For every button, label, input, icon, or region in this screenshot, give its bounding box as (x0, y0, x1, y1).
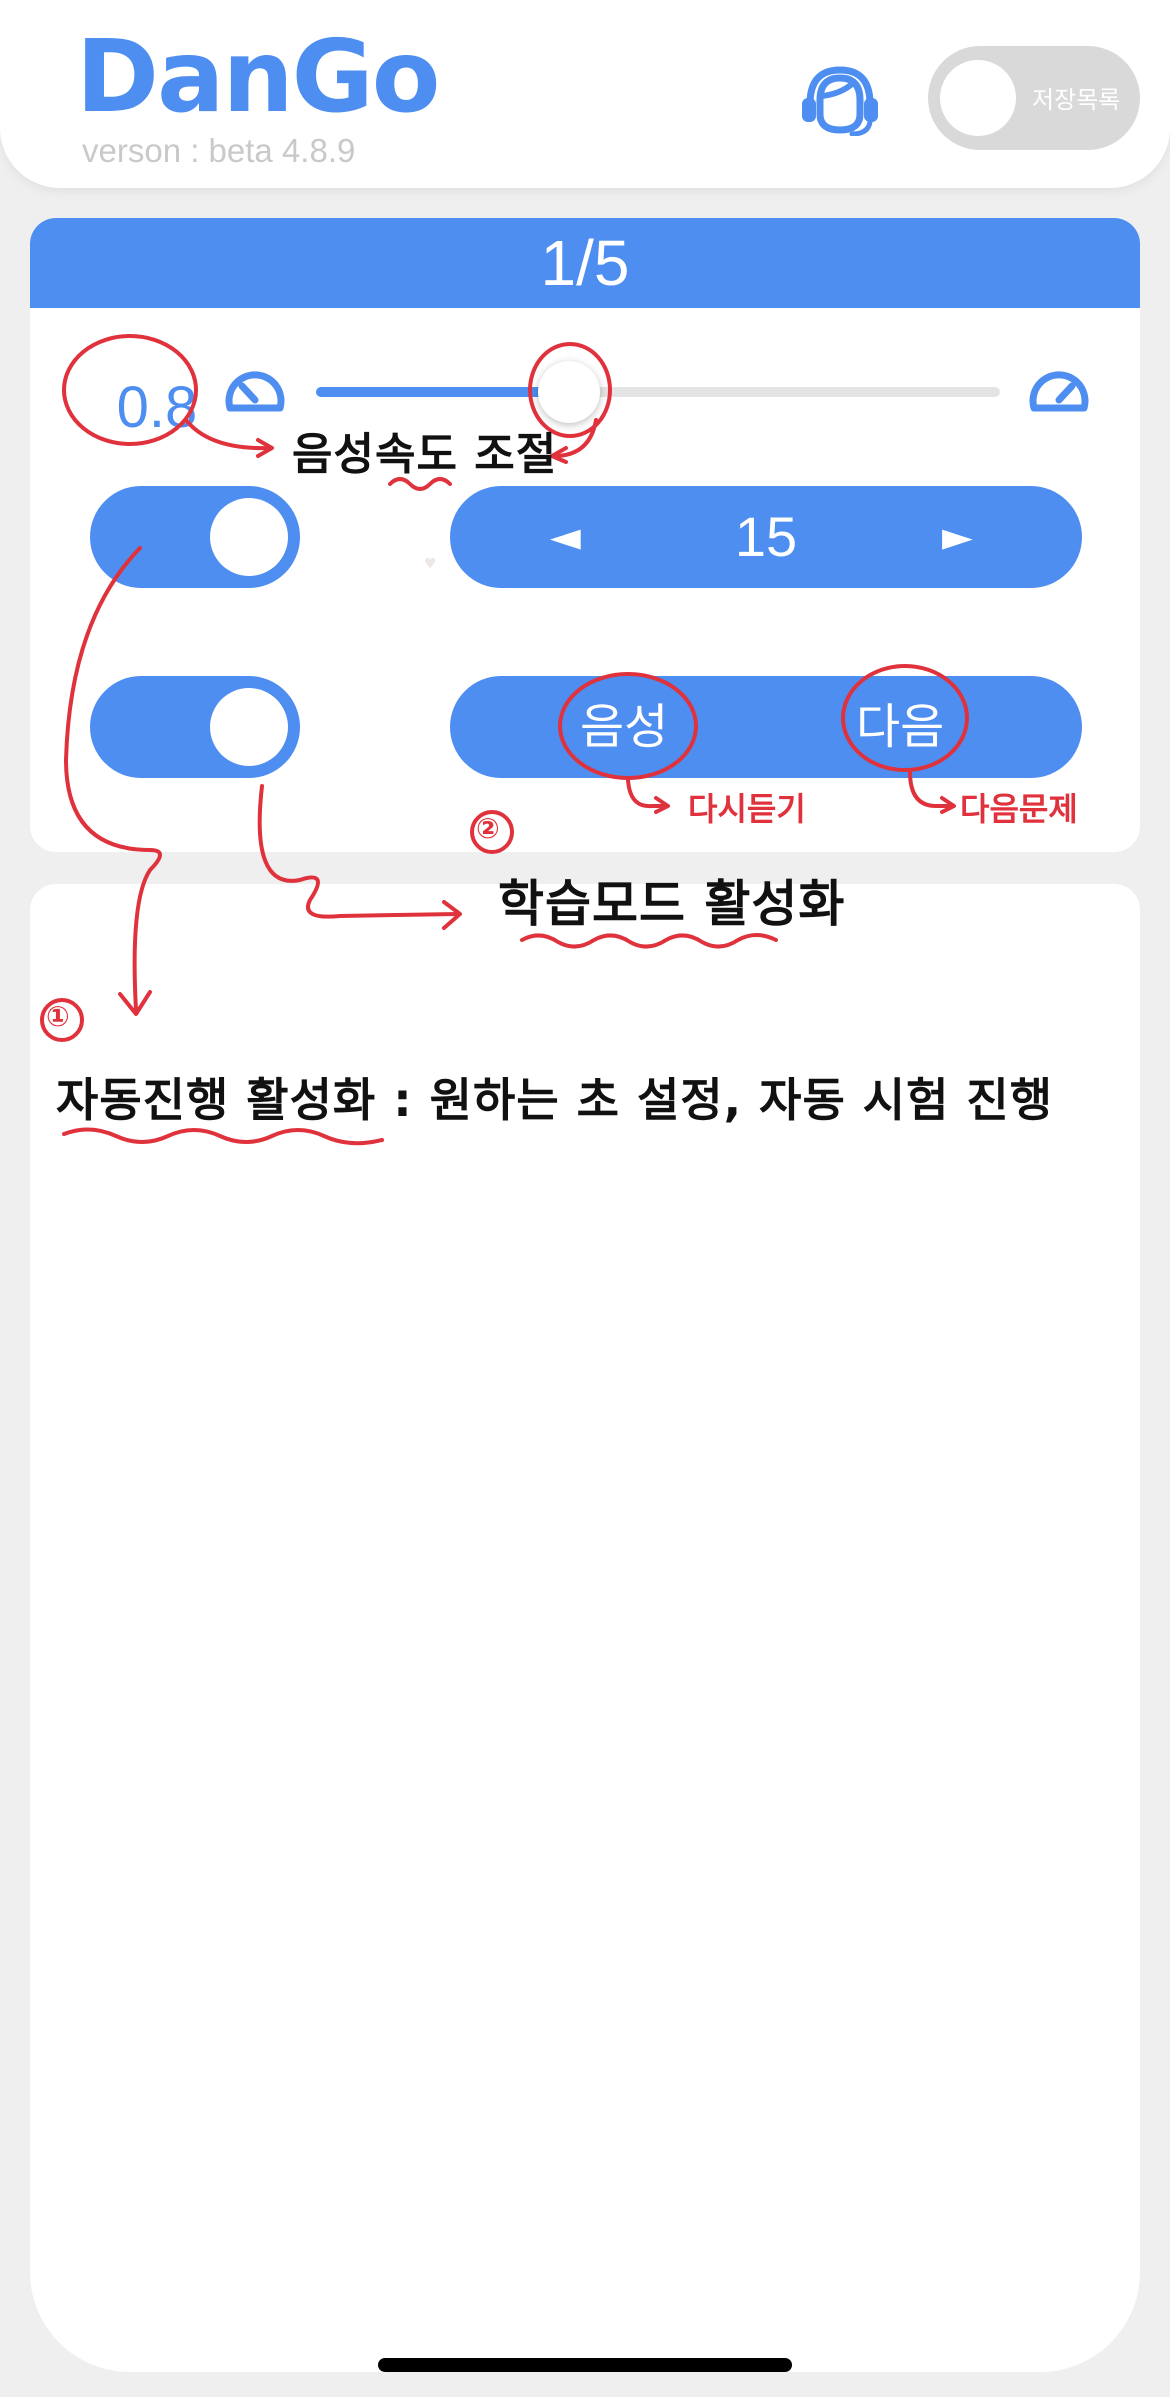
page-indicator: 1/5 (540, 227, 630, 299)
seconds-value: 15 (734, 505, 798, 568)
auto-progress-annotation: 자동진행 활성화 : 원하는 초 설정, 자동 시험 진행 (56, 1073, 1054, 1127)
next-question-button[interactable]: 다음 (856, 696, 944, 758)
seconds-stepper: ◄ 15 ► (450, 486, 1082, 588)
saved-list-toggle[interactable]: 저장목록 (928, 46, 1140, 150)
next-annotation: 다음문제 (960, 790, 1078, 828)
speed-value: 0.8 (116, 375, 198, 440)
control-panel: 1/5 0.8 ♥ ◄ 15 ► 음성 다음 (30, 218, 1140, 852)
auto-progress-toggle[interactable] (90, 486, 300, 588)
seconds-decrease-button[interactable]: ◄ (550, 510, 581, 564)
speed-slider-fill (316, 387, 569, 397)
home-indicator[interactable] (378, 2358, 792, 2372)
study-mode-annotation: 학습모드 활성화 (498, 875, 846, 933)
toggle-knob (940, 60, 1016, 136)
decorative-heart: ♥ (424, 556, 437, 572)
speed-slider[interactable] (316, 361, 1000, 423)
toggle-knob (210, 498, 288, 576)
version-label: verson : beta 4.8.9 (82, 132, 356, 169)
saved-list-label: 저장목록 (1032, 86, 1121, 114)
headset-icon[interactable] (800, 64, 880, 137)
toggle-knob (210, 688, 288, 766)
replay-annotation: 다시듣기 (688, 790, 806, 828)
annotation-number-2: ② (476, 812, 500, 845)
speedometer-slow-icon (222, 358, 288, 424)
app-header: DanGo verson : beta 4.8.9 저장목록 (0, 0, 1170, 188)
app-logo: DanGo (76, 18, 440, 135)
replay-voice-button[interactable]: 음성 (580, 696, 668, 758)
speed-slider-thumb[interactable] (538, 361, 600, 423)
action-bar: 음성 다음 (450, 676, 1082, 778)
seconds-increase-button[interactable]: ► (942, 510, 973, 564)
annotation-number-1: ① (46, 1000, 70, 1033)
speed-annotation: 음성속도 조절 (292, 429, 558, 480)
study-mode-toggle[interactable] (90, 676, 300, 778)
speedometer-fast-icon (1026, 358, 1092, 424)
